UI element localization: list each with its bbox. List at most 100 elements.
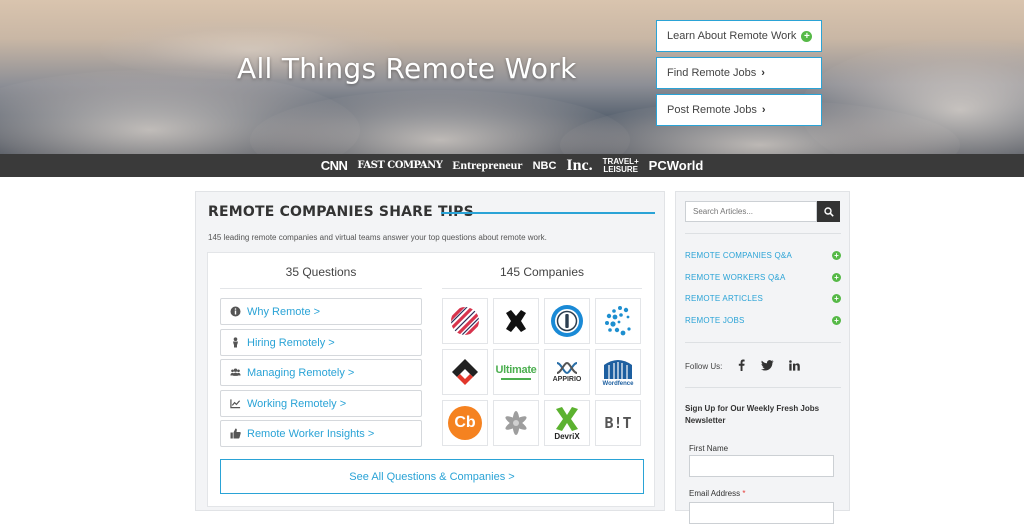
hero-banner: All Things Remote Work Learn About Remot… (0, 0, 1024, 154)
press-logos-bar: CNN FAST COMPANY Entrepreneur NBC Inc. T… (0, 154, 1024, 177)
sidebar-link-label: REMOTE ARTICLES (685, 294, 763, 303)
fast-company-logo: FAST COMPANY (357, 160, 443, 171)
users-icon (230, 367, 241, 378)
managing-remotely-link[interactable]: Managing Remotely > (220, 359, 422, 386)
entrepreneur-logo: Entrepreneur (452, 158, 523, 172)
chevron-right-icon: › (761, 104, 766, 116)
why-remote-link[interactable]: Why Remote > (220, 298, 422, 325)
linkedin-icon (788, 359, 800, 371)
tips-card: 35 Questions 145 Companies Why Remote > … (207, 252, 655, 507)
divider (685, 387, 841, 388)
bit-logo: B!T (604, 414, 632, 432)
wordfence-mark-icon (604, 360, 632, 379)
sidebar-link-remote-articles[interactable]: REMOTE ARTICLES + (685, 294, 841, 303)
first-name-field[interactable] (689, 455, 834, 477)
company-logo-devrix[interactable]: DevriX (544, 400, 590, 446)
divider (220, 288, 422, 289)
pcworld-logo: PCWorld (648, 158, 704, 173)
x-logo (506, 310, 526, 332)
flower-logo (505, 411, 527, 435)
remote-worker-insights-link[interactable]: Remote Worker Insights > (220, 420, 422, 447)
company-logo-1password[interactable] (544, 298, 590, 344)
section-subtitle: 145 leading remote companies and virtual… (208, 233, 547, 242)
company-logo-x[interactable] (493, 298, 539, 344)
remote-tips-panel: REMOTE COMPANIES SHARE TIPS 145 leading … (195, 191, 665, 511)
title-underline (441, 212, 655, 214)
devrix-logo: DevriX (554, 431, 580, 441)
globe-dots-logo (605, 306, 631, 336)
plus-circle-icon: + (832, 251, 841, 260)
facebook-icon (738, 359, 745, 371)
question-label: Why Remote > (247, 305, 321, 318)
question-label: Remote Worker Insights > (247, 427, 375, 440)
inc-logo: Inc. (566, 156, 593, 174)
follow-us-label: Follow Us: (685, 362, 723, 371)
see-all-questions-companies-button[interactable]: See All Questions & Companies > (220, 459, 644, 494)
wordfence-logo: Wordfence (602, 381, 634, 387)
company-logo-globe-dots[interactable] (595, 298, 641, 344)
1password-logo (551, 305, 583, 337)
twitter-link[interactable] (760, 358, 774, 372)
plus-circle-icon: + (801, 30, 813, 42)
company-logo-bit[interactable]: B!T (595, 400, 641, 446)
cnn-logo: CNN (320, 158, 348, 173)
sidebar-link-label: REMOTE JOBS (685, 316, 745, 325)
company-logo-house[interactable] (442, 349, 488, 395)
question-label: Managing Remotely > (247, 366, 355, 379)
twitter-icon (760, 359, 773, 370)
sidebar-link-label: REMOTE COMPANIES Q&A (685, 251, 792, 260)
hiring-remotely-link[interactable]: Hiring Remotely > (220, 329, 422, 356)
appirio-logo: APPIRIO (552, 376, 582, 383)
ultimate-logo: Ultimate (495, 364, 537, 376)
hero-title: All Things Remote Work (237, 52, 577, 85)
company-logo-ultimate[interactable]: Ultimate (493, 349, 539, 395)
line-chart-icon (230, 398, 241, 409)
question-label: Hiring Remotely > (247, 336, 335, 349)
company-logo-wordfence[interactable]: Wordfence (595, 349, 641, 395)
house-logo (452, 359, 478, 385)
divider (442, 288, 642, 289)
company-logo-stripes[interactable] (442, 298, 488, 344)
travel-leisure-logo: TRAVEL+ LEISURE (602, 156, 639, 174)
company-logo-flower[interactable] (493, 400, 539, 446)
company-logo-appirio[interactable]: APPIRIO (544, 349, 590, 395)
divider (685, 233, 841, 234)
learn-about-remote-work-button[interactable]: Learn About Remote Work + (656, 20, 822, 52)
info-circle-icon (230, 306, 241, 317)
email-label-text: Email Address (689, 489, 741, 498)
thumbs-up-icon (230, 428, 241, 439)
plus-circle-icon: + (832, 273, 841, 282)
sidebar-link-label: REMOTE WORKERS Q&A (685, 273, 786, 282)
first-name-label: First Name (689, 444, 729, 453)
email-label: Email Address * (689, 489, 746, 498)
working-remotely-link[interactable]: Working Remotely > (220, 390, 422, 417)
stripes-logo (451, 307, 479, 335)
cb-logo: Cb (448, 406, 482, 440)
hero-button-label: Post Remote Jobs (667, 104, 757, 116)
question-label: Working Remotely > (247, 397, 347, 410)
linkedin-link[interactable] (787, 358, 801, 372)
hero-button-label: Find Remote Jobs (667, 67, 757, 79)
required-marker: * (742, 489, 746, 498)
hero-button-label: Learn About Remote Work (667, 30, 797, 42)
section-title: REMOTE COMPANIES SHARE TIPS (208, 204, 474, 220)
sidebar-link-remote-workers-qa[interactable]: REMOTE WORKERS Q&A + (685, 273, 841, 282)
facebook-link[interactable] (734, 358, 748, 372)
divider (685, 342, 841, 343)
search-button[interactable] (817, 201, 840, 222)
search-icon (823, 206, 834, 217)
plus-circle-icon: + (832, 294, 841, 303)
search-articles-input[interactable] (685, 201, 817, 222)
sidebar-link-remote-jobs[interactable]: REMOTE JOBS + (685, 316, 841, 325)
email-field[interactable] (689, 502, 834, 524)
sidebar-link-remote-companies-qa[interactable]: REMOTE COMPANIES Q&A + (685, 251, 841, 260)
sidebar: REMOTE COMPANIES Q&A + REMOTE WORKERS Q&… (675, 191, 850, 524)
person-icon (230, 337, 241, 348)
nbc-logo: NBC (532, 159, 557, 172)
post-remote-jobs-button[interactable]: Post Remote Jobs › (656, 94, 822, 126)
find-remote-jobs-button[interactable]: Find Remote Jobs › (656, 57, 822, 89)
newsletter-title: Sign Up for Our Weekly Fresh Jobs Newsle… (685, 404, 820, 425)
company-logo-cb[interactable]: Cb (442, 400, 488, 446)
appirio-mark-icon (556, 361, 578, 375)
devrix-mark-icon (556, 406, 578, 431)
